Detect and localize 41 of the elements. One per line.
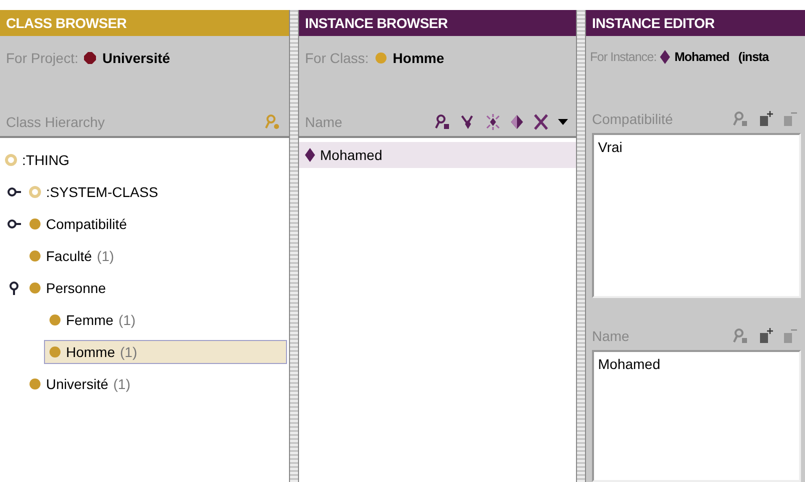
tree-item[interactable]: Faculté (1) [24,244,120,268]
splitter[interactable] [576,10,586,482]
collapsed-toggle-icon[interactable] [7,218,21,230]
slot-value-field[interactable]: Vrai [592,132,801,298]
collapsed-toggle-icon[interactable] [7,186,21,198]
project-name: Université [102,50,170,66]
tree-item[interactable]: :SYSTEM-CLASS [24,180,164,204]
panel-header: INSTANCE BROWSER [299,10,576,36]
diamond-icon[interactable] [510,114,524,130]
delete-icon[interactable] [533,114,549,130]
tree-item[interactable]: Personne [24,276,111,300]
class-icon [374,52,387,64]
slot-label: Name [592,328,630,344]
instance-type-note: (insta [738,50,769,64]
class-label: For Class: [305,50,369,66]
panel-header: INSTANCE EDITOR [586,10,805,36]
instance-icon [660,50,670,64]
slot-value-field[interactable]: Mohamed [592,350,801,482]
class-name: Homme [392,50,444,66]
tree-item[interactable]: Femme (1) [44,308,141,332]
project-icon [84,52,96,64]
name-column-label: Name [305,114,342,130]
tree-item[interactable]: Université (1) [24,372,136,396]
tree-item[interactable]: Homme (1) [44,340,287,364]
add-value-icon[interactable] [759,328,773,344]
add-value-icon[interactable] [759,110,773,127]
expanded-toggle-icon[interactable] [8,281,20,295]
find-icon[interactable] [435,114,451,130]
hierarchy-label: Class Hierarchy [6,114,105,130]
project-label: For Project: [6,50,78,66]
instance-name: Mohamed [674,50,730,64]
splitter[interactable] [289,10,299,482]
burst-icon[interactable] [485,114,501,130]
tree-item[interactable]: :THING [0,148,74,172]
panel-header: CLASS BROWSER [0,10,289,36]
dropdown-caret-icon[interactable] [558,118,568,126]
instance-label: For Instance: [590,50,656,64]
instance-icon [305,148,315,162]
instance-item[interactable]: Mohamed [299,142,576,168]
slot-label: Compatibilité [592,110,673,127]
tree-item[interactable]: Compatibilité [24,212,132,236]
